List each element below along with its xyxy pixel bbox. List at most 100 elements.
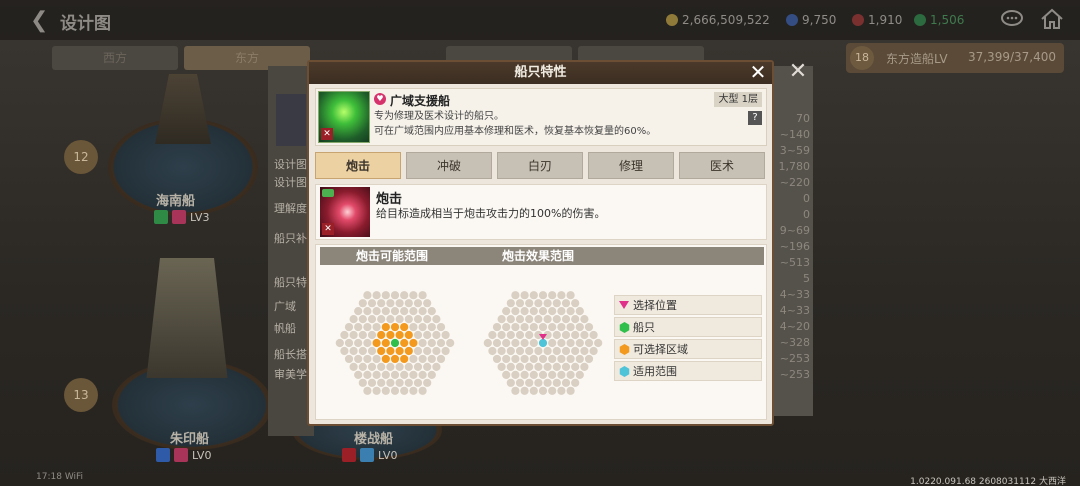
detail-panel-right: 70 ~140 3~59 1,780 ~220 0 0 9~69 ~196 ~5… <box>770 66 813 416</box>
hex-cell <box>354 307 363 316</box>
ship-description: 专为修理及医术设计的船只。 可在广域范围内应用基本修理和医术，恢复基本恢复量的6… <box>374 111 657 137</box>
hex-cell <box>395 299 404 308</box>
hex-cell <box>409 354 418 364</box>
hex-cell <box>584 338 594 348</box>
hex-cell <box>552 346 561 356</box>
hex-cell <box>552 330 561 340</box>
hex-cell <box>418 386 427 395</box>
hex-cell <box>520 338 529 348</box>
hex-cell <box>390 322 400 332</box>
green-token-icon <box>914 14 926 26</box>
hex-cell <box>502 338 511 348</box>
tab-melee[interactable]: 白刃 <box>497 152 583 179</box>
tab-cannon[interactable]: 炮击 <box>315 152 401 179</box>
hex-cell <box>492 354 502 364</box>
hex-cell <box>525 346 534 356</box>
hex-cell <box>557 307 566 316</box>
attack-type-icon: ✕ <box>322 223 334 235</box>
close-icon[interactable]: ✕ <box>748 62 768 83</box>
ship-lv-row: LV0 <box>156 447 211 463</box>
ship-name-hainan: 海南船 <box>156 194 196 209</box>
hex-cell <box>580 314 589 324</box>
skill-description: 给目标造成相当于炮击攻击力的100%的伤害。 <box>376 207 606 220</box>
hex-cell <box>557 370 566 379</box>
hex-cell <box>390 386 400 395</box>
hex-cell <box>534 299 543 308</box>
heart-icon: ♥ <box>374 93 386 105</box>
hex-cell <box>557 386 566 395</box>
tab-west[interactable]: 西方 <box>52 46 178 70</box>
heart-icon <box>174 448 188 462</box>
hex-cell <box>363 354 372 364</box>
hex-cell <box>413 314 423 324</box>
green-resource: 1,506 <box>914 12 964 28</box>
hex-cell <box>566 291 575 300</box>
hex-cell <box>395 362 404 372</box>
hex-cell <box>566 370 575 379</box>
ship-name-louzhan: 楼战船 <box>354 432 394 447</box>
hex-cell <box>538 291 548 300</box>
ship-portrait: ✕ <box>318 91 370 143</box>
level-label: 东方造船LV <box>886 52 948 66</box>
close-icon[interactable]: ✕ <box>787 61 809 84</box>
hex-cell <box>538 386 548 395</box>
hex-cell <box>525 314 534 324</box>
home-icon[interactable] <box>1040 8 1064 30</box>
hex-cell <box>340 330 349 340</box>
hex-cell <box>557 322 566 332</box>
hex-cell <box>432 330 441 340</box>
hex-cell <box>543 346 552 356</box>
hex-cell <box>584 354 594 364</box>
hex-cell <box>543 378 552 387</box>
orange-hex-icon <box>619 344 630 355</box>
hex-cell <box>404 314 413 324</box>
tab-repair[interactable]: 修理 <box>588 152 674 179</box>
hex-cell <box>557 354 566 364</box>
wave-icon <box>360 448 374 462</box>
hex-cell <box>404 346 413 356</box>
hex-cell <box>436 322 446 332</box>
tab-ram[interactable]: 冲破 <box>406 152 492 179</box>
hex-cell <box>548 291 557 300</box>
hex-cell <box>552 314 561 324</box>
hex-cell <box>423 362 432 372</box>
hex-cell <box>354 322 363 332</box>
hex-cell <box>372 354 381 364</box>
skill-tabs: 炮击 冲破 白刃 修理 医术 <box>315 152 767 180</box>
hex-cell <box>372 322 381 332</box>
hex-cell <box>390 307 400 316</box>
hex-cell <box>432 346 441 356</box>
hex-cell <box>589 330 598 340</box>
ship-name: 广域支援船 <box>390 94 451 108</box>
chat-icon[interactable] <box>1000 8 1024 30</box>
hex-cell <box>381 354 390 364</box>
hex-cell <box>566 322 575 332</box>
hex-cell <box>502 370 511 379</box>
hex-cell <box>580 330 589 340</box>
hex-cell <box>395 346 404 356</box>
hex-cell <box>400 307 409 316</box>
hex-cell <box>354 370 363 379</box>
hex-cell <box>400 338 409 348</box>
hex-cell <box>525 299 534 308</box>
help-icon[interactable]: ? <box>748 111 762 125</box>
back-chevron-icon[interactable]: ❮ <box>30 8 48 33</box>
hex-cell <box>354 338 363 348</box>
tab-medical[interactable]: 医术 <box>679 152 765 179</box>
hex-cell <box>557 338 566 348</box>
legend-applied-range: 适用范围 <box>614 361 762 381</box>
hex-cell <box>377 314 386 324</box>
hex-cell <box>358 346 367 356</box>
hex-cell <box>427 338 436 348</box>
range-panel: 炮击可能范围 炮击效果范围 选择位置 船只 可选择区域 适用范围 <box>315 244 767 420</box>
hex-cell <box>390 291 400 300</box>
hex-cell <box>571 378 580 387</box>
hex-cell <box>349 330 358 340</box>
hex-cell <box>538 354 548 364</box>
blue-gem-icon <box>786 14 798 26</box>
hex-cell <box>502 307 511 316</box>
hex-cell <box>506 330 515 340</box>
legend-ship: 船只 <box>614 317 762 337</box>
hex-cell <box>575 322 584 332</box>
hex-cell <box>423 330 432 340</box>
